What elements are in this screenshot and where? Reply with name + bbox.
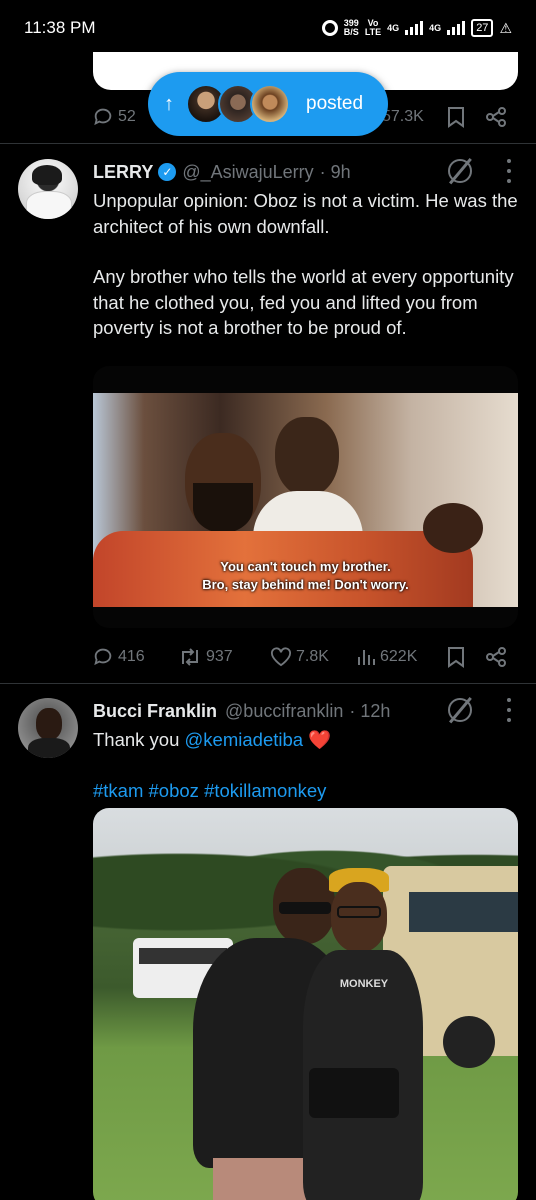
- tweet-text-paragraph-2: Any brother who tells the world at every…: [93, 266, 514, 338]
- avatar-figure: [32, 165, 62, 185]
- status-icons: 399 B/S Vo LTE 4G 4G 27 ⚠: [321, 18, 512, 37]
- tweet-body: Bucci Franklin @buccifranklin · 12h Than…: [93, 698, 518, 803]
- display-name[interactable]: Bucci Franklin: [93, 701, 217, 722]
- reply-icon: [94, 108, 112, 126]
- reply-count: 52: [118, 108, 136, 125]
- battery-icon: 27: [471, 19, 494, 37]
- avatar-figure: [36, 708, 62, 740]
- tweet-lerry[interactable]: LERRY ✓ @_AsiwajuLerry · 9h Unpopular op…: [0, 143, 536, 683]
- timestamp[interactable]: · 12h: [349, 701, 390, 722]
- grok-icon[interactable]: [448, 159, 472, 183]
- views-count: 57.3K: [382, 108, 424, 125]
- signal-1-icon: [405, 21, 424, 35]
- clock: 11:38 PM: [24, 18, 96, 37]
- reply-button[interactable]: 52: [92, 106, 136, 128]
- share-icon[interactable]: [485, 646, 507, 668]
- views-button[interactable]: 622K: [356, 647, 417, 667]
- tweet-text-prefix: Thank you: [93, 729, 185, 750]
- reply-count: 416: [118, 648, 145, 665]
- display-name[interactable]: LERRY: [93, 162, 153, 183]
- views-count: 622K: [380, 648, 418, 665]
- warning-icon: ⚠: [499, 19, 512, 36]
- bookmark-icon[interactable]: [446, 646, 466, 668]
- tweet-text-paragraph-1: Unpopular opinion: Oboz is not a victim.…: [93, 190, 518, 237]
- tweet-actions: 416 937 7.8K 622K: [92, 640, 512, 674]
- new-posts-pill[interactable]: ↑ posted: [148, 72, 388, 136]
- avatar-figure-body: [26, 191, 72, 219]
- repost-count: 937: [206, 648, 233, 665]
- tweet-image[interactable]: You can't touch my brother. Bro, stay be…: [93, 366, 518, 628]
- posted-label: posted: [306, 93, 364, 114]
- username[interactable]: @buccifranklin: [225, 701, 343, 722]
- reply-icon: [94, 648, 112, 666]
- mention-link[interactable]: @kemiadetiba: [185, 729, 304, 750]
- reply-button[interactable]: 416: [92, 646, 145, 668]
- tweet-bucci-franklin[interactable]: Bucci Franklin @buccifranklin · 12h Than…: [0, 684, 536, 1200]
- network-type-1: 4G: [387, 22, 400, 33]
- like-count: 7.8K: [296, 648, 329, 665]
- username[interactable]: @_AsiwajuLerry: [182, 162, 313, 183]
- more-options-icon[interactable]: [506, 698, 512, 722]
- volte-indicator: Vo LTE: [364, 18, 382, 37]
- subtitle-line-2: Bro, stay behind me! Don't worry.: [202, 577, 409, 592]
- verified-badge-icon: ✓: [158, 163, 177, 181]
- grok-icon[interactable]: [448, 698, 472, 722]
- hashtags[interactable]: #tkam #oboz #tokillamonkey: [93, 778, 518, 804]
- repost-button[interactable]: 937: [178, 646, 233, 668]
- views-button[interactable]: 57.3K: [382, 108, 424, 126]
- subtitle-line-1: You can't touch my brother.: [220, 559, 391, 574]
- network-type-2: 4G: [429, 22, 442, 33]
- alarm-icon: [321, 20, 338, 36]
- bookmark-icon[interactable]: [446, 106, 466, 128]
- like-button[interactable]: 7.8K: [270, 647, 329, 667]
- tweet-text: Unpopular opinion: Oboz is not a victim.…: [93, 188, 518, 341]
- status-bar: 11:38 PM 399 B/S Vo LTE 4G 4G 27 ⚠: [0, 0, 536, 56]
- posted-avatars: [186, 84, 290, 124]
- timestamp[interactable]: · 9h: [320, 162, 351, 183]
- heart-icon: [271, 647, 291, 667]
- more-options-icon[interactable]: [506, 159, 512, 183]
- heart-emoji: ❤️: [308, 729, 332, 750]
- shirt-print: MONKEY: [339, 978, 389, 990]
- share-icon[interactable]: [485, 106, 507, 128]
- views-icon: [358, 650, 375, 665]
- repost-icon: [182, 648, 198, 666]
- woman-figure: MONKEY: [293, 868, 443, 1200]
- tweet-body: LERRY ✓ @_AsiwajuLerry · 9h Unpopular op…: [93, 159, 518, 341]
- tweet-text-line: Thank you @kemiadetiba ❤️: [93, 727, 518, 753]
- avatar-figure-body: [28, 738, 70, 758]
- net-speed: 399 B/S: [343, 18, 359, 37]
- posted-avatar-3: [250, 84, 290, 124]
- avatar[interactable]: [18, 159, 78, 219]
- arrow-up-icon: ↑: [164, 92, 174, 115]
- avatar[interactable]: [18, 698, 78, 758]
- tweet-image[interactable]: MONKEY: [93, 808, 518, 1200]
- tweet-text: Thank you @kemiadetiba ❤️ #tkam #oboz #t…: [93, 727, 518, 803]
- signal-2-icon: [447, 21, 466, 35]
- movie-still: You can't touch my brother. Bro, stay be…: [93, 393, 518, 607]
